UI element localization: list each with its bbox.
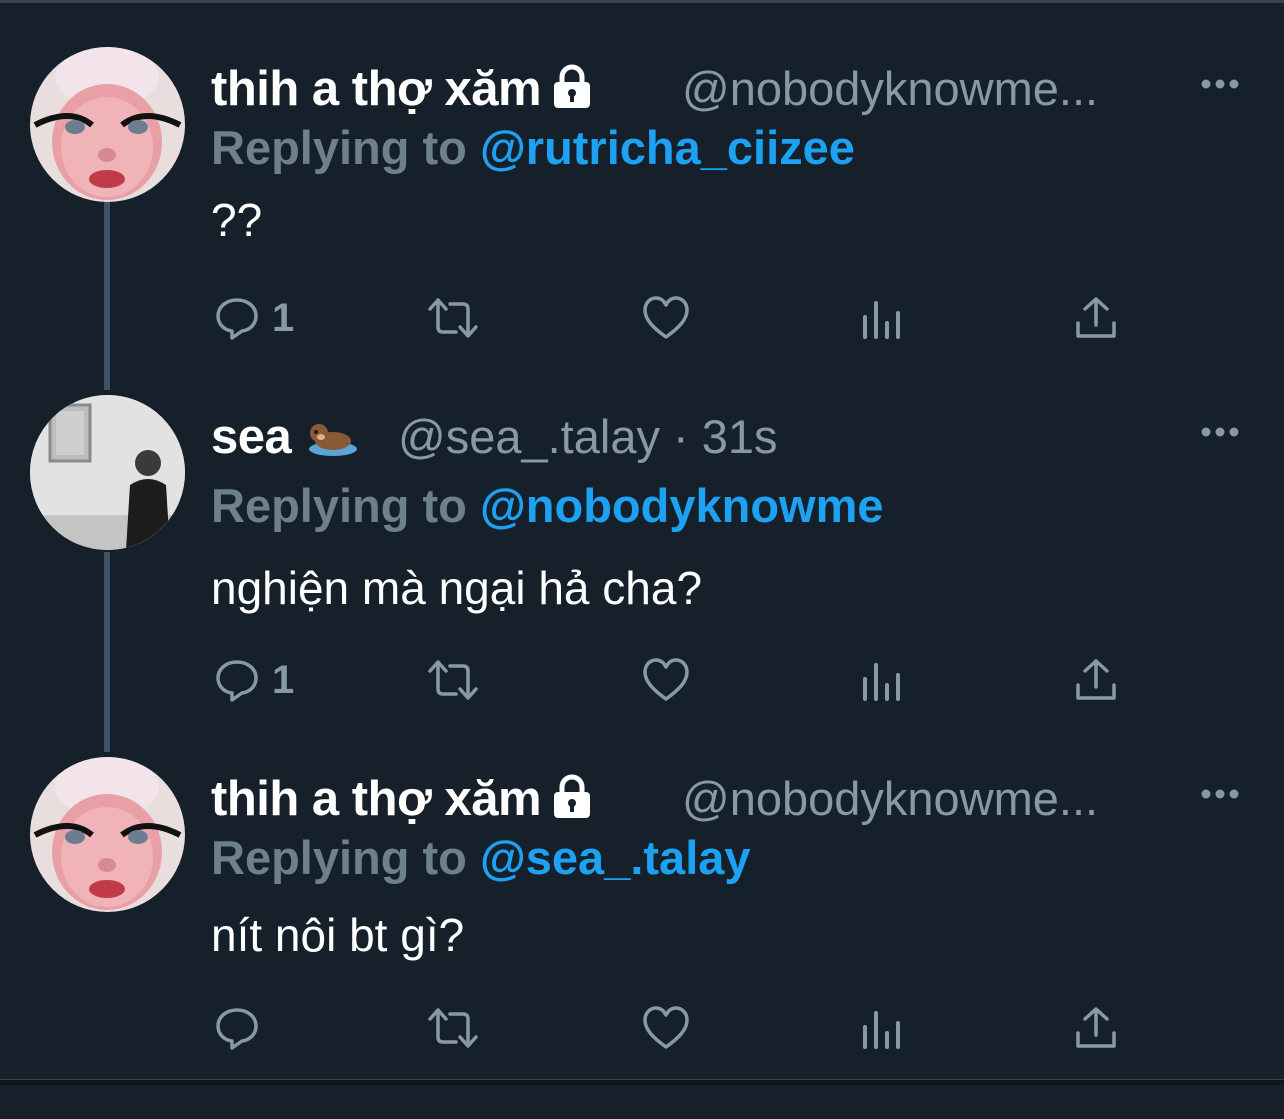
retweet-button[interactable] — [426, 295, 480, 341]
top-divider — [0, 0, 1284, 3]
replying-to: Replying to @nobodyknowme — [211, 479, 884, 532]
reply-icon — [216, 660, 258, 702]
like-icon — [643, 296, 689, 339]
avatar[interactable] — [30, 395, 185, 550]
retweet-button[interactable] — [426, 1005, 480, 1051]
retweet-icon — [428, 660, 478, 700]
tweet-actions: 1 — [0, 657, 1284, 707]
analytics-icon — [863, 663, 900, 701]
analytics-button[interactable] — [860, 1005, 904, 1051]
like-button[interactable] — [642, 657, 690, 703]
display-name[interactable]: thih a thợ xăm — [211, 61, 595, 121]
share-button[interactable] — [1073, 1005, 1119, 1051]
analytics-button[interactable] — [860, 295, 904, 341]
mention-link[interactable]: @sea_.talay — [480, 831, 751, 884]
tweet-text: nít nôi bt gì? — [211, 909, 465, 961]
mention-link[interactable]: @nobodyknowme — [480, 479, 884, 532]
replying-to: Replying to @rutricha_ciizee — [211, 121, 855, 174]
replying-to: Replying to @sea_.talay — [211, 831, 751, 884]
retweet-button[interactable] — [426, 657, 480, 703]
like-button[interactable] — [642, 295, 690, 341]
analytics-icon — [863, 301, 900, 339]
tweet[interactable]: thih a thợ xăm @nobodyknowme... Replying… — [0, 757, 1284, 1119]
analytics-button[interactable] — [860, 657, 904, 703]
reply-count: 1 — [272, 295, 295, 340]
display-name[interactable]: sea — [211, 409, 361, 471]
reply-icon — [216, 1008, 258, 1050]
lock-icon — [549, 773, 595, 831]
reply-button[interactable]: 1 — [214, 295, 294, 341]
share-icon — [1076, 659, 1116, 700]
more-icon[interactable] — [1200, 77, 1240, 95]
reply-count: 1 — [272, 657, 295, 702]
share-button[interactable] — [1073, 295, 1119, 341]
share-icon — [1076, 1007, 1116, 1048]
otter-emoji — [305, 415, 361, 471]
like-icon — [643, 1006, 689, 1049]
analytics-icon — [863, 1011, 900, 1049]
retweet-icon — [428, 298, 478, 338]
share-button[interactable] — [1073, 657, 1119, 703]
user-handle[interactable]: @nobodyknowme... — [682, 61, 1098, 117]
like-button[interactable] — [642, 1005, 690, 1051]
tweet-actions — [0, 1005, 1284, 1055]
lock-icon — [549, 63, 595, 121]
bottom-divider — [0, 1079, 1284, 1085]
retweet-icon — [428, 1008, 478, 1048]
more-icon[interactable] — [1200, 787, 1240, 805]
tweet[interactable]: thih a thợ xăm @nobodyknowme... Replying… — [0, 47, 1284, 409]
like-icon — [643, 658, 689, 701]
user-handle[interactable]: @sea_.talay · 31s — [398, 409, 778, 465]
reply-button[interactable]: 1 — [214, 657, 294, 703]
user-handle[interactable]: @nobodyknowme... — [682, 771, 1098, 827]
mention-link[interactable]: @rutricha_ciizee — [480, 121, 855, 174]
tweet-text: nghiện mà ngại hả cha? — [211, 562, 703, 614]
reply-button[interactable] — [214, 1005, 272, 1051]
tweet-actions: 1 — [0, 295, 1284, 345]
reply-icon — [216, 298, 258, 340]
tweet-text: ?? — [211, 194, 263, 246]
display-name[interactable]: thih a thợ xăm — [211, 771, 595, 831]
tweet[interactable]: sea @sea_.talay · 31s Replying to @nobod… — [0, 395, 1284, 757]
more-icon[interactable] — [1200, 425, 1240, 443]
avatar[interactable] — [30, 757, 185, 912]
share-icon — [1076, 297, 1116, 338]
avatar[interactable] — [30, 47, 185, 202]
